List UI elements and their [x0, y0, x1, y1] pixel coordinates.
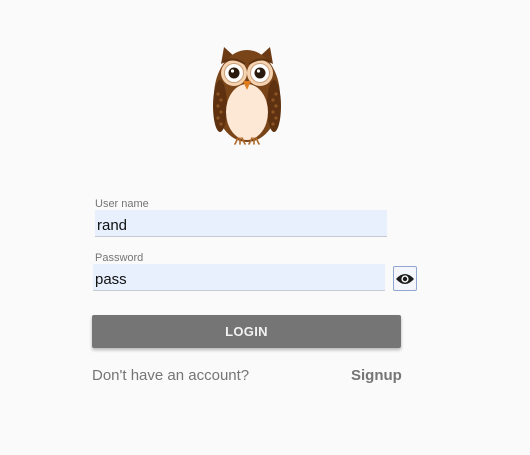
- no-account-text: Don't have an account?: [92, 367, 250, 384]
- signup-link[interactable]: Signup: [351, 367, 402, 385]
- password-label: Password: [95, 252, 144, 264]
- password-input[interactable]: [93, 264, 385, 291]
- eye-icon: [395, 272, 415, 286]
- username-input[interactable]: [95, 210, 387, 237]
- owl-logo-icon: [211, 44, 283, 146]
- username-label: User name: [95, 198, 149, 210]
- show-password-toggle[interactable]: [393, 266, 417, 291]
- login-button[interactable]: LOGIN: [92, 315, 401, 348]
